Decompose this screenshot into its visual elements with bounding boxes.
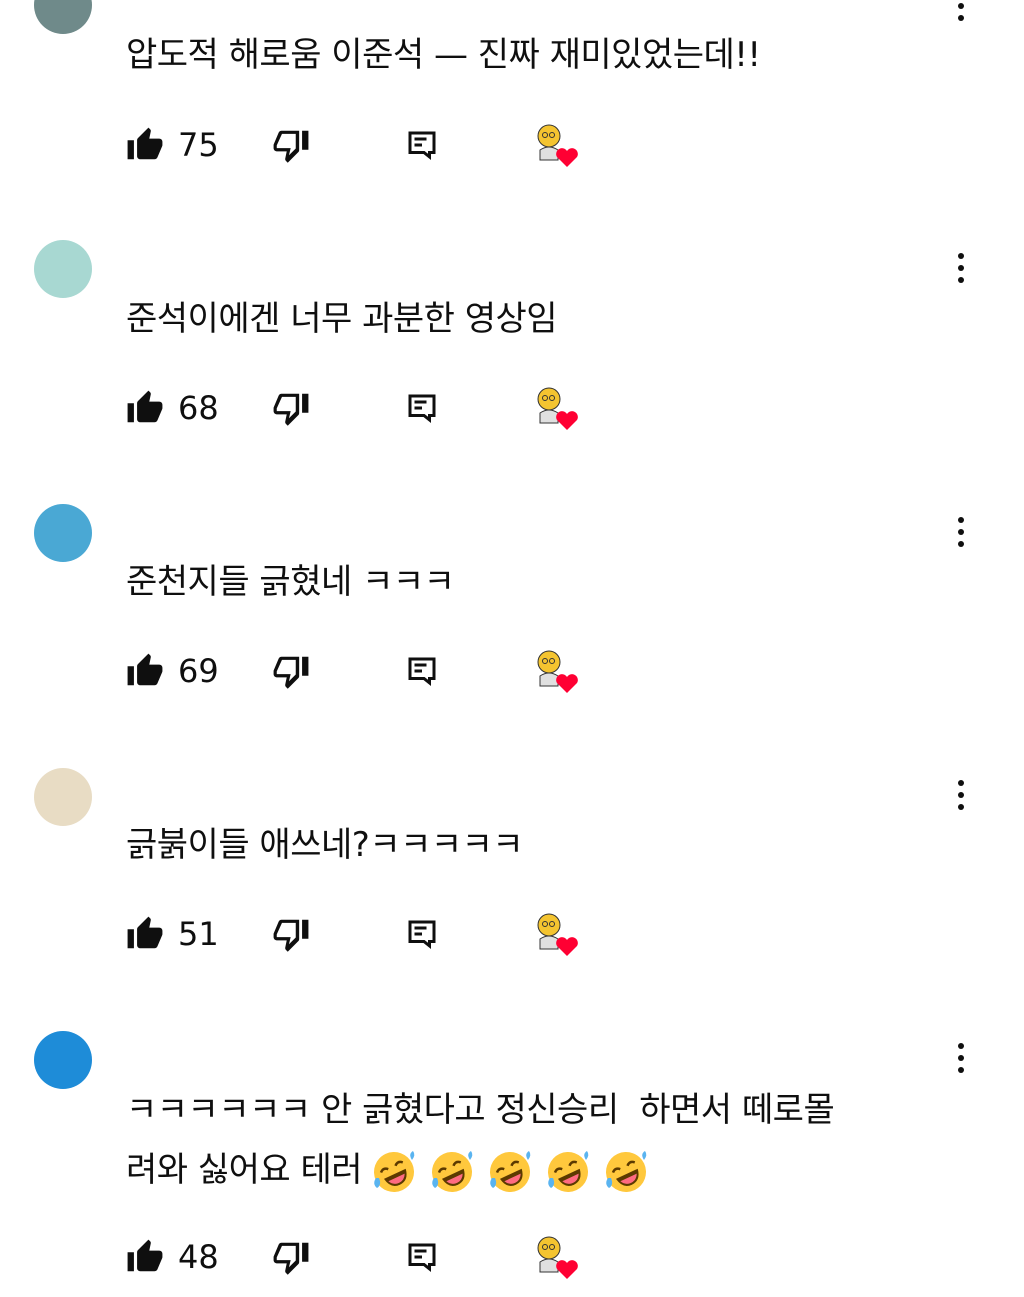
comment-text: 준석이에겐 너무 과분한 영상임: [126, 299, 558, 339]
reply-button[interactable]: [404, 383, 440, 433]
menu-dot: [958, 3, 964, 9]
rolling-on-floor-laughing-emoji: [432, 1150, 473, 1192]
thumbs-up-filled-icon: [127, 653, 163, 686]
dislike-button[interactable]: [272, 383, 310, 433]
comment-actions: 69: [126, 646, 606, 696]
thumbs-up-filled-icon: [127, 390, 163, 423]
like-count: 68: [178, 389, 219, 427]
dislike-button[interactable]: [272, 909, 310, 959]
reply-comment-icon: [408, 920, 436, 949]
comment-actions: 75: [126, 120, 606, 170]
more-options-button[interactable]: [945, 248, 977, 288]
thumbs-up-filled-icon: [127, 916, 163, 949]
like-count: 51: [178, 915, 219, 953]
like-button[interactable]: 69: [126, 646, 219, 696]
comment-text: ㅋㅋㅋㅋㅋㅋ 안 긁혔다고 정신승리 하면서 떼로몰 려와 싫어요 테러: [126, 1080, 956, 1200]
avatar[interactable]: [34, 1031, 92, 1089]
comment-actions: 68: [126, 383, 606, 433]
menu-dot: [958, 517, 964, 523]
reply-comment-icon: [408, 131, 436, 160]
creator-heart: [532, 120, 582, 170]
rolling-on-floor-laughing-emoji: [548, 1150, 589, 1192]
menu-dot: [958, 529, 964, 535]
dislike-button[interactable]: [272, 1232, 310, 1282]
avatar[interactable]: [34, 240, 92, 298]
reply-comment-icon: [408, 1243, 436, 1272]
creator-heart: [532, 1232, 582, 1282]
more-options-button[interactable]: [945, 512, 977, 552]
comment-text: 압도적 해로움 이준석 — 진짜 재미있었는데!!: [126, 35, 761, 75]
emoji-row: [370, 1148, 650, 1196]
rolling-on-floor-laughing-emoji: [490, 1150, 531, 1192]
reply-comment-icon: [408, 394, 436, 423]
like-count: 75: [178, 126, 219, 164]
reply-button[interactable]: [404, 909, 440, 959]
creator-heart-badge: [537, 1236, 578, 1279]
like-button[interactable]: 51: [126, 909, 219, 959]
avatar[interactable]: [34, 0, 92, 34]
creator-heart-badge: [537, 124, 578, 167]
creator-heart-badge: [537, 387, 578, 430]
avatar[interactable]: [34, 768, 92, 826]
creator-heart-badge: [537, 913, 578, 956]
menu-dot: [958, 265, 964, 271]
reply-comment-icon: [408, 657, 436, 686]
like-button[interactable]: 48: [126, 1232, 219, 1282]
menu-dot: [958, 253, 964, 259]
dislike-button[interactable]: [272, 120, 310, 170]
menu-dot: [958, 780, 964, 786]
creator-heart: [532, 646, 582, 696]
creator-heart: [532, 909, 582, 959]
comment-actions: 48: [126, 1232, 606, 1282]
thumbs-down-outline-icon: [273, 919, 309, 952]
menu-dot: [958, 1067, 964, 1073]
more-options-button[interactable]: [945, 1038, 977, 1078]
creator-heart-badge: [537, 650, 578, 693]
menu-dot: [958, 15, 964, 21]
like-button[interactable]: 68: [126, 383, 219, 433]
like-count: 69: [178, 652, 219, 690]
thumbs-up-filled-icon: [127, 127, 163, 160]
comment-text: 긁붉이들 애쓰네?ㅋㅋㅋㅋㅋ: [126, 825, 524, 865]
menu-dot: [958, 1043, 964, 1049]
reply-button[interactable]: [404, 120, 440, 170]
reply-button[interactable]: [404, 1232, 440, 1282]
comment-actions: 51: [126, 909, 606, 959]
menu-dot: [958, 277, 964, 283]
reply-button[interactable]: [404, 646, 440, 696]
like-button[interactable]: 75: [126, 120, 219, 170]
creator-heart: [532, 383, 582, 433]
thumbs-down-outline-icon: [273, 656, 309, 689]
rolling-on-floor-laughing-emoji: [374, 1150, 415, 1192]
thumbs-down-outline-icon: [273, 1242, 309, 1275]
thumbs-down-outline-icon: [273, 393, 309, 426]
menu-dot: [958, 1055, 964, 1061]
dislike-button[interactable]: [272, 646, 310, 696]
thumbs-down-outline-icon: [273, 130, 309, 163]
rolling-on-floor-laughing-emoji: [606, 1150, 647, 1192]
thumbs-up-filled-icon: [127, 1239, 163, 1272]
menu-dot: [958, 541, 964, 547]
more-options-button[interactable]: [945, 775, 977, 815]
comment-text: 준천지들 긁혔네 ㅋㅋㅋ: [126, 562, 455, 602]
menu-dot: [958, 792, 964, 798]
like-count: 48: [178, 1238, 219, 1276]
avatar[interactable]: [34, 504, 92, 562]
menu-dot: [958, 804, 964, 810]
